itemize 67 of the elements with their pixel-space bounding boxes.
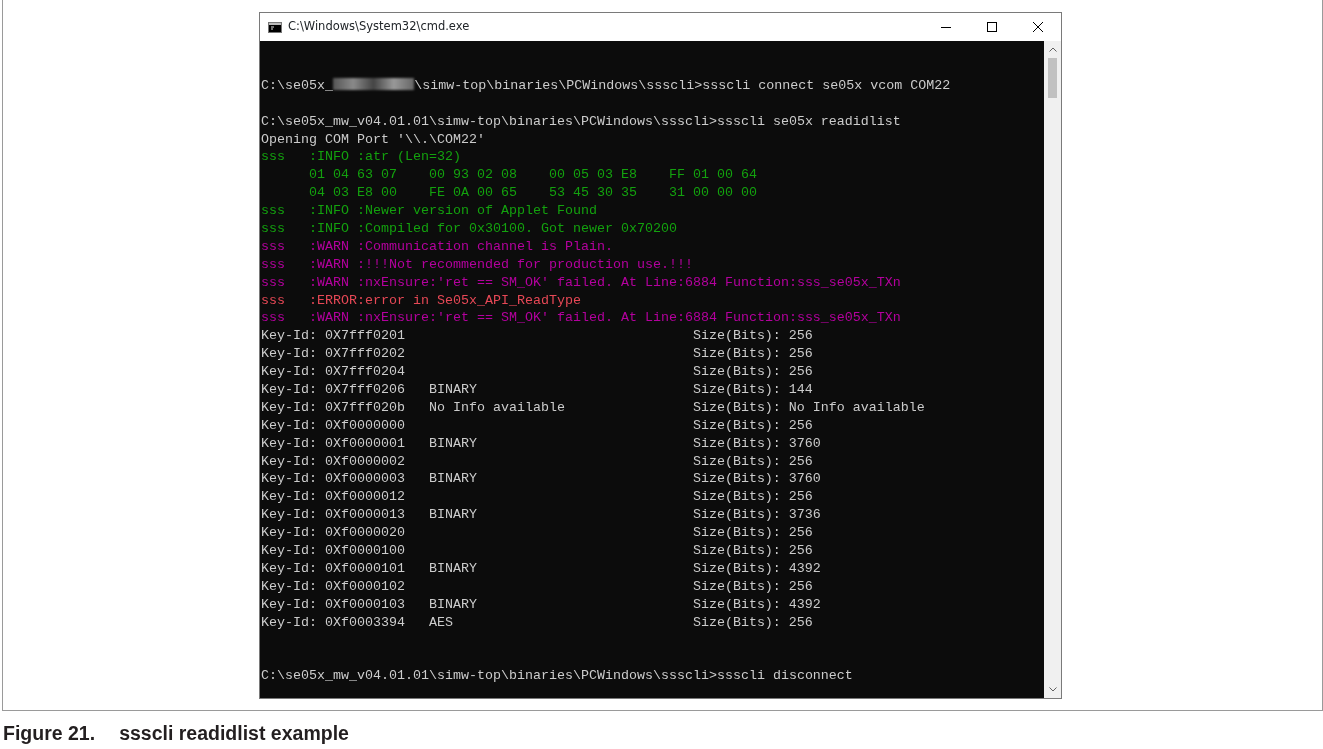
key-id-text: Key-Id: 0Xf0003394 bbox=[261, 613, 406, 632]
log-line: sss :ERROR:error in Se05x_API_ReadType bbox=[261, 292, 581, 308]
key-size-text: Size(Bits): 256 bbox=[692, 542, 813, 560]
key-size-text: Size(Bits): 256 bbox=[692, 613, 813, 632]
key-type-text: BINARY bbox=[428, 434, 478, 453]
key-id-text: Key-Id: 0X7fff0204 bbox=[261, 363, 406, 382]
key-id-text: Key-Id: 0X7fff020b bbox=[261, 398, 406, 417]
key-size-text: Size(Bits): 256 bbox=[692, 327, 813, 346]
vertical-scrollbar[interactable] bbox=[1044, 41, 1061, 698]
key-id-text: Key-Id: 0Xf0000003 bbox=[261, 470, 406, 489]
key-size-text: Size(Bits): 256 bbox=[692, 363, 813, 382]
key-id-text: Key-Id: 0X7fff0202 bbox=[261, 345, 406, 364]
key-size-text: Size(Bits): 256 bbox=[692, 345, 813, 364]
log-line: sss :INFO :atr (Len=32) bbox=[261, 149, 461, 165]
figure-number: Figure 21. bbox=[3, 722, 96, 744]
key-size-text: Size(Bits): 256 bbox=[692, 524, 813, 543]
window-title: C:\Windows\System32\cmd.exe bbox=[288, 18, 470, 36]
key-type-text: BINARY bbox=[428, 506, 478, 525]
log-line: sss :WARN :Communication channel is Plain. bbox=[261, 238, 613, 254]
scroll-thumb[interactable] bbox=[1048, 58, 1057, 98]
log-line: sss :WARN :nxEnsure:'ret == SM_OK' failed. At Line:6884 Function:sss_se05x_TXn bbox=[261, 310, 901, 326]
key-size-text: Size(Bits): 3760 bbox=[692, 470, 821, 489]
key-id-text: Key-Id: 0Xf0000101 bbox=[261, 559, 406, 578]
key-id-text: Key-Id: 0Xf0000102 bbox=[261, 577, 406, 596]
key-size-text: Size(Bits): 4392 bbox=[692, 559, 821, 578]
key-type-text: BINARY bbox=[428, 559, 478, 578]
key-size-text: Size(Bits): No Info available bbox=[692, 398, 925, 417]
key-id-text: Key-Id: 0X7fff0206 bbox=[261, 381, 406, 399]
figure-caption: ssscli readidlist example bbox=[119, 722, 349, 744]
key-size-text: Size(Bits): 256 bbox=[692, 416, 813, 435]
key-size-text: Size(Bits): 3760 bbox=[692, 434, 821, 453]
close-icon bbox=[1033, 21, 1043, 32]
key-id-text: Key-Id: 0Xf0000103 bbox=[261, 595, 406, 614]
key-type-text: BINARY bbox=[428, 595, 478, 614]
key-id-text: Key-Id: 0Xf0000013 bbox=[261, 506, 406, 525]
hex-dump-line: 01 04 63 07 00 93 02 08 00 05 03 E8 FF 01 00 64 bbox=[309, 167, 757, 183]
key-type-text: AES bbox=[428, 613, 454, 632]
key-id-text: Key-Id: 0Xf0000001 bbox=[261, 434, 406, 453]
key-size-text: Size(Bits): 144 bbox=[692, 381, 813, 399]
key-id-text: Key-Id: 0Xf0000020 bbox=[261, 524, 406, 543]
key-id-text: Key-Id: 0Xf0000012 bbox=[261, 488, 406, 507]
key-id-text: Key-Id: 0X7fff0201 bbox=[261, 327, 406, 346]
key-type-text: No Info available bbox=[428, 398, 566, 417]
console-app-icon bbox=[268, 21, 282, 33]
chevron-down-icon bbox=[1048, 687, 1057, 692]
console-line: C:\se05x_mw_v04.01.01\simw-top\binaries\PCWindows\ssscli>ssscli disconnect bbox=[261, 668, 853, 684]
log-line: sss :INFO :Compiled for 0x30100. Got newer 0x70200 bbox=[261, 221, 677, 236]
key-size-text: Size(Bits): 256 bbox=[692, 488, 813, 507]
log-line: sss :WARN :nxEnsure:'ret == SM_OK' failed. At Line:6884 Function:sss_se05x_TXn bbox=[261, 274, 901, 290]
command-path: C:\se05x_ bbox=[261, 77, 333, 93]
log-line: sss :INFO :Newer version of Applet Found bbox=[261, 203, 597, 219]
key-id-text: Key-Id: 0Xf0000000 bbox=[261, 416, 406, 435]
hex-dump-line: 04 03 E8 00 FE 0A 00 65 53 45 30 35 31 00 00 00 bbox=[309, 185, 757, 201]
key-type-text: BINARY bbox=[428, 470, 478, 489]
key-size-text: Size(Bits): 4392 bbox=[692, 595, 821, 614]
key-size-text: Size(Bits): 3736 bbox=[692, 506, 821, 525]
console-command: \simw-top\binaries\PCWindows\ssscli>ssscli connect se05x vcom COM22 bbox=[414, 77, 951, 93]
console-line: Opening COM Port '\\.\COM22' bbox=[261, 131, 485, 147]
log-line: sss :WARN :!!!Not recommended for production use.!!! bbox=[261, 256, 693, 272]
chevron-up-icon bbox=[1048, 47, 1057, 52]
key-type-text: BINARY bbox=[428, 381, 478, 399]
key-id-text: Key-Id: 0Xf0000100 bbox=[261, 542, 406, 560]
maximize-icon bbox=[987, 21, 997, 32]
console-line: C:\se05x_mw_v04.01.01\simw-top\binaries\PCWindows\ssscli>ssscli se05x readidlist bbox=[261, 113, 901, 129]
key-id-text: Key-Id: 0Xf0000002 bbox=[261, 452, 406, 471]
key-size-text: Size(Bits): 256 bbox=[692, 452, 813, 471]
key-size-text: Size(Bits): 256 bbox=[692, 577, 813, 596]
